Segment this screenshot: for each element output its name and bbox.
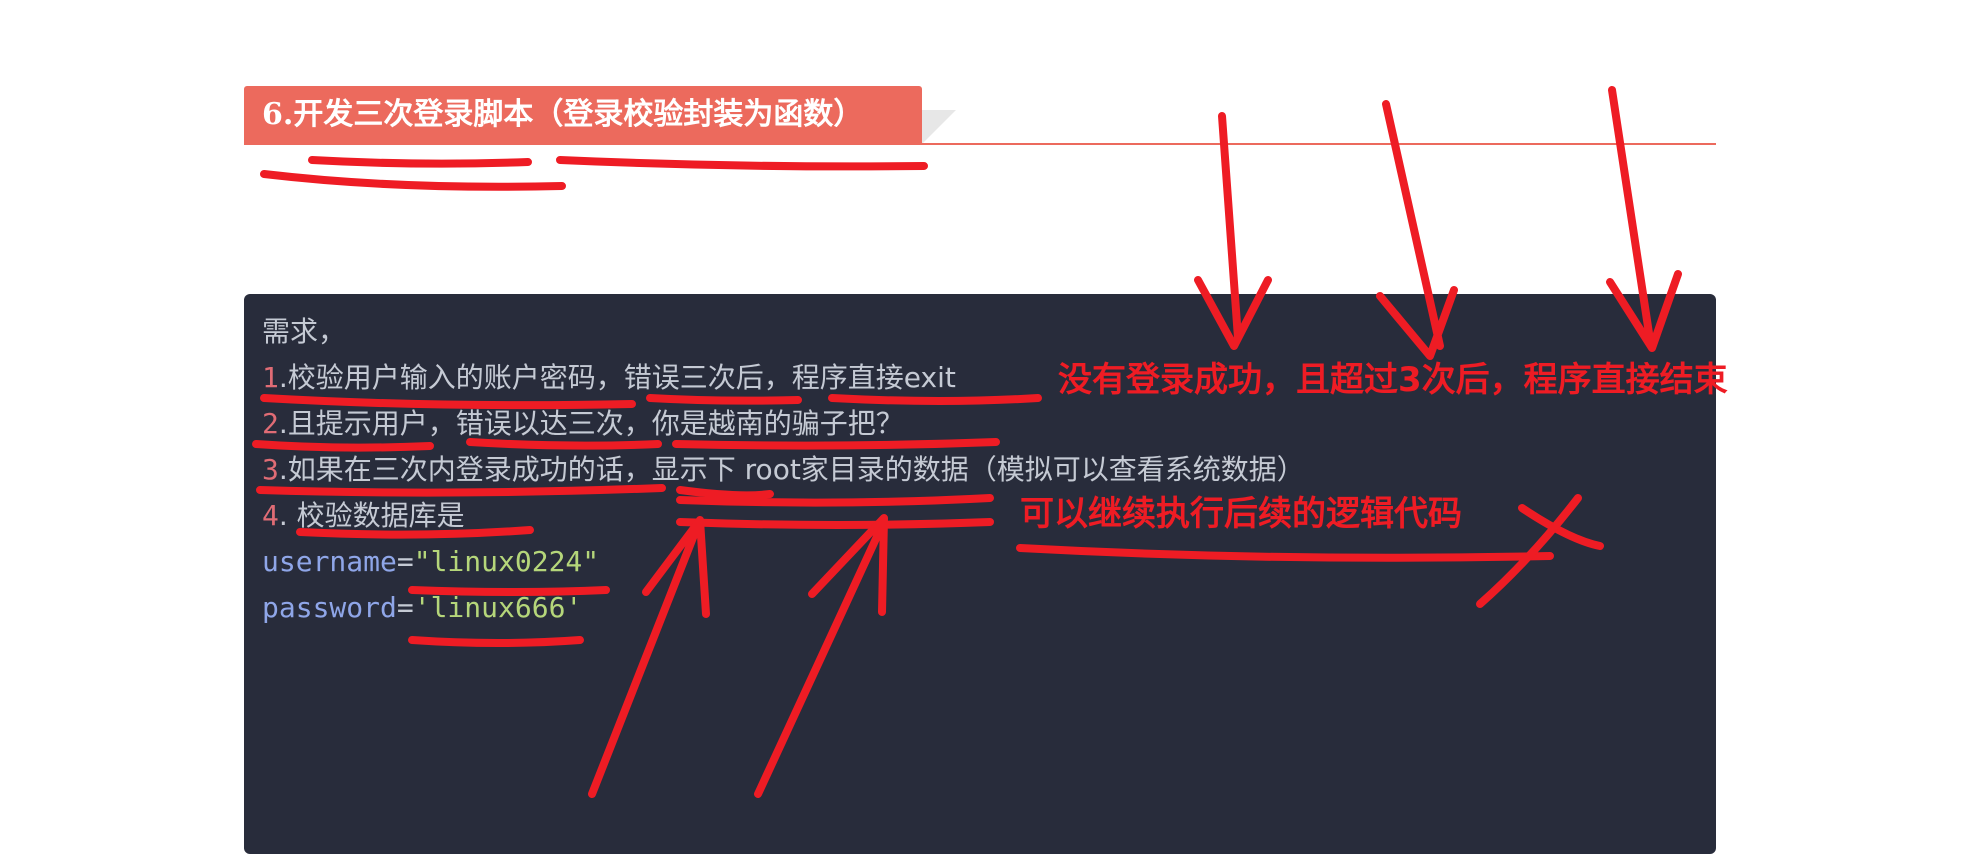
string-literal: "linux0224" [413,545,600,578]
code-line-requirement: 需求， [262,312,346,352]
requirement-text: .如果在三次内登录成功的话，显示下 root家目录的数据（模拟可以查看系统数据） [278,453,1305,486]
annotation-note-fail: 没有登录成功，且超过3次后，程序直接结束 [1058,360,1728,400]
code-line-1: 1.校验用户输入的账户密码，错误三次后，程序直接exit [262,358,956,398]
requirement-text: . 校验数据库是 [278,499,465,532]
heading-underline [244,143,1716,145]
requirement-text: .校验用户输入的账户密码，错误三次后，程序直接exit [278,361,956,394]
list-number: 3 [262,453,279,486]
heading-fold-decoration [922,110,956,144]
requirement-label: 需求， [262,315,347,348]
code-line-2: 2.且提示用户，错误以达三次，你是越南的骗子把？ [262,404,904,444]
underline-scribble [308,156,532,168]
variable-name: username [262,545,397,578]
list-number: 2 [262,407,279,440]
list-number: 4 [262,499,279,532]
requirement-text: .且提示用户，错误以达三次，你是越南的骗子把？ [278,407,904,440]
assign-operator: = [396,591,414,624]
annotation-note-success: 可以继续执行后续的逻辑代码 [1020,494,1462,534]
list-number: 1 [262,361,279,394]
section-title: 6.开发三次登录脚本（登录校验封装为函数） [244,86,922,144]
assign-operator: = [396,545,414,578]
variable-name: password [262,591,397,624]
code-line-username: username="linux0224" [262,542,599,582]
code-line-4: 4. 校验数据库是 [262,496,465,536]
underline-scribble [260,170,566,191]
section-heading: 6.开发三次登录脚本（登录校验封装为函数） [0,0,1968,160]
code-line-password: password='linux666' [262,588,582,628]
string-literal: 'linux666' [413,591,583,624]
underline-scribble [556,156,928,171]
code-line-3: 3.如果在三次内登录成功的话，显示下 root家目录的数据（模拟可以查看系统数据… [262,450,1305,490]
